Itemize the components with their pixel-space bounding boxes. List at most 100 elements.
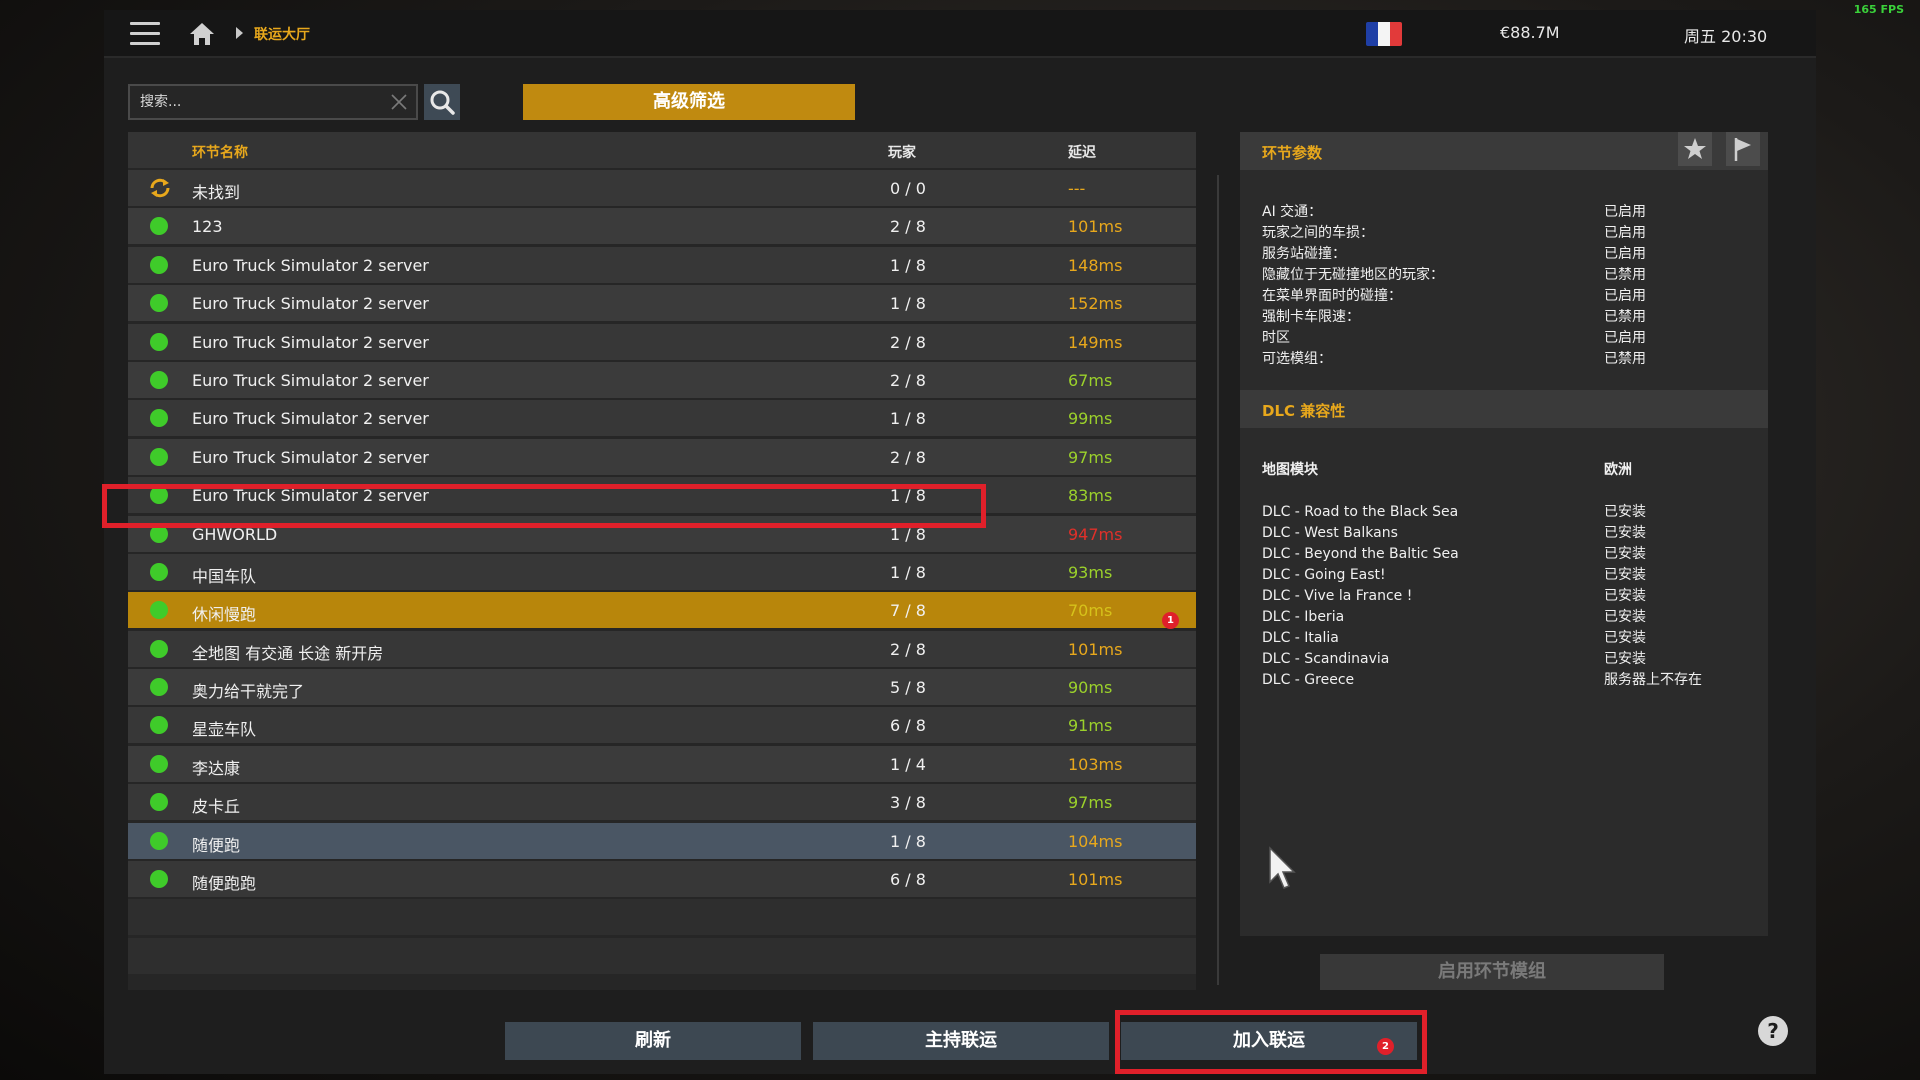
join-session-button[interactable]: 加入联运 [1121, 1022, 1417, 1060]
server-name: Euro Truck Simulator 2 server [192, 447, 429, 467]
server-players: 5 / 8 [890, 678, 926, 698]
server-ping: 101ms [1068, 639, 1123, 659]
breadcrumb-arrow-icon [236, 27, 243, 39]
server-name: GHWORLD [192, 524, 278, 544]
home-icon[interactable] [188, 20, 216, 48]
server-name: Euro Truck Simulator 2 server [192, 332, 429, 352]
refresh-button[interactable]: 刷新 [505, 1022, 801, 1060]
dlc-row-value: 已安装 [1604, 588, 1646, 604]
param-row: 服务站碰撞： 已启用 [1262, 244, 1752, 265]
column-header-players[interactable]: 玩家 [888, 142, 916, 162]
server-row[interactable]: Euro Truck Simulator 2 server 2 / 8 67ms [128, 361, 1196, 398]
help-icon[interactable]: ? [1758, 1016, 1788, 1046]
server-row[interactable]: Euro Truck Simulator 2 server 1 / 8 148ms [128, 246, 1196, 283]
dlc-row-value: 已安装 [1604, 651, 1646, 667]
param-row: 在菜单界面时的碰撞： 已启用 [1262, 286, 1752, 307]
search-input[interactable] [140, 86, 380, 118]
server-row[interactable]: Euro Truck Simulator 2 server 1 / 8 99ms [128, 400, 1196, 437]
server-name: 未找到 [192, 183, 241, 202]
server-row[interactable]: Euro Truck Simulator 2 server 1 / 8 83ms [128, 477, 1196, 514]
server-players: 2 / 8 [890, 639, 926, 659]
server-row[interactable]: 随便跑 1 / 8 104ms [128, 822, 1196, 859]
dlc-row: DLC - Iberia 已安装 [1262, 607, 1752, 628]
server-ping: 90ms [1068, 678, 1113, 698]
online-status-icon [150, 793, 168, 812]
breadcrumb[interactable]: 联运大厅 [254, 24, 310, 44]
search-button[interactable] [424, 84, 460, 120]
online-status-icon [150, 754, 168, 773]
server-players: 1 / 8 [890, 524, 926, 544]
server-row[interactable]: 星壶车队 6 / 8 91ms [128, 707, 1196, 744]
server-name: Euro Truck Simulator 2 server [192, 294, 429, 314]
online-status-icon [150, 217, 168, 236]
server-row[interactable]: Euro Truck Simulator 2 server 2 / 8 97ms [128, 438, 1196, 475]
server-row[interactable]: Euro Truck Simulator 2 server 1 / 8 152ms [128, 285, 1196, 322]
param-row: 隐藏位于无碰撞地区的玩家： 已禁用 [1262, 265, 1752, 286]
param-row-value: 已启用 [1604, 204, 1646, 220]
lobby-window: 联运大厅 €88.7M 周五 20:30 高级筛选 环节名称 玩家 延迟 未找到… [102, 10, 1816, 1074]
server-players: 1 / 8 [890, 831, 926, 851]
annotation-badge-1: 1 [1162, 612, 1179, 629]
map-module-row: 地图模块 欧洲 [1262, 460, 1752, 481]
column-header-name[interactable]: 环节名称 [192, 142, 248, 162]
server-players: 6 / 8 [890, 716, 926, 736]
server-row[interactable]: Euro Truck Simulator 2 server 2 / 8 149ms [128, 323, 1196, 360]
empty-row [128, 937, 1196, 974]
online-status-icon [150, 716, 168, 735]
server-row[interactable]: 未找到 0 / 0 --- [128, 170, 1196, 206]
server-row[interactable]: 全地图 有交通 长途 新开房 2 / 8 101ms [128, 630, 1196, 667]
server-name: 皮卡丘 [192, 797, 241, 817]
param-row-label: 隐藏位于无碰撞地区的玩家： [1262, 267, 1444, 283]
server-name: Euro Truck Simulator 2 server [192, 255, 429, 275]
session-params-panel: 环节参数 AI 交通： 已启用 玩家之间的车损： 已启用 服务站碰撞： 已启用 隐藏位于无碰… [1240, 132, 1768, 936]
column-header-ping[interactable]: 延迟 [1068, 142, 1096, 162]
param-row: 强制卡车限速： 已禁用 [1262, 307, 1752, 328]
server-ping: 97ms [1068, 793, 1113, 813]
dlc-row-label: DLC - Scandinavia [1262, 651, 1390, 667]
server-row[interactable]: 李达康 1 / 4 103ms [128, 745, 1196, 782]
online-status-icon [150, 678, 168, 697]
dlc-row: DLC - Vive la France ! 已安装 [1262, 586, 1752, 607]
server-name: 随便跑跑 [192, 874, 257, 894]
online-status-icon [150, 639, 168, 658]
hamburger-menu-icon[interactable] [130, 22, 160, 46]
host-session-button[interactable]: 主持联运 [813, 1022, 1109, 1060]
server-name: 随便跑 [192, 835, 241, 855]
dlc-row-value: 已安装 [1604, 609, 1646, 625]
server-row[interactable]: 随便跑跑 6 / 8 101ms [128, 861, 1196, 898]
online-status-icon [150, 601, 168, 620]
server-list-header: 环节名称 玩家 延迟 [128, 132, 1196, 168]
star-icon [1684, 138, 1706, 159]
param-row: 玩家之间的车损： 已启用 [1262, 223, 1752, 244]
server-name: Euro Truck Simulator 2 server [192, 486, 429, 506]
server-row[interactable]: 奥力给干就完了 5 / 8 90ms [128, 669, 1196, 706]
report-button[interactable] [1726, 132, 1760, 166]
annotation-badge-2: 2 [1377, 1038, 1394, 1055]
server-name: 123 [192, 217, 223, 237]
server-row[interactable]: 休闲慢跑 7 / 8 70ms [128, 592, 1196, 629]
dlc-row: DLC - Italia 已安装 [1262, 628, 1752, 649]
server-players: 2 / 8 [890, 217, 926, 237]
param-row-label: 时区 [1262, 330, 1290, 346]
server-name: 李达康 [192, 758, 241, 778]
server-row[interactable]: 中国车队 1 / 8 93ms [128, 553, 1196, 590]
server-name: 中国车队 [192, 566, 257, 586]
server-players: 1 / 8 [890, 294, 926, 314]
close-icon[interactable] [390, 93, 408, 111]
top-bar: 联运大厅 €88.7M 周五 20:30 [104, 10, 1816, 58]
enable-session-mods-button[interactable]: 启用环节模组 [1320, 954, 1664, 990]
param-row-value: 已启用 [1604, 288, 1646, 304]
params-list: AI 交通： 已启用 玩家之间的车损： 已启用 服务站碰撞： 已启用 隐藏位于无碰撞地区的玩… [1262, 202, 1752, 370]
favorite-button[interactable] [1678, 132, 1712, 166]
server-row[interactable]: GHWORLD 1 / 8 947ms [128, 515, 1196, 552]
advanced-filter-button[interactable]: 高级筛选 [523, 84, 855, 120]
server-row[interactable]: 皮卡丘 3 / 8 97ms [128, 784, 1196, 821]
param-row-value: 已启用 [1604, 330, 1646, 346]
dlc-header: DLC 兼容性 [1240, 390, 1768, 428]
server-ping: 148ms [1068, 255, 1123, 275]
server-row[interactable]: 123 2 / 8 101ms [128, 208, 1196, 245]
dlc-row: DLC - Going East! 已安装 [1262, 565, 1752, 586]
dlc-row-label: DLC - Going East! [1262, 567, 1386, 583]
map-module-label: 地图模块 [1262, 462, 1318, 478]
server-name: 全地图 有交通 长途 新开房 [192, 643, 384, 663]
